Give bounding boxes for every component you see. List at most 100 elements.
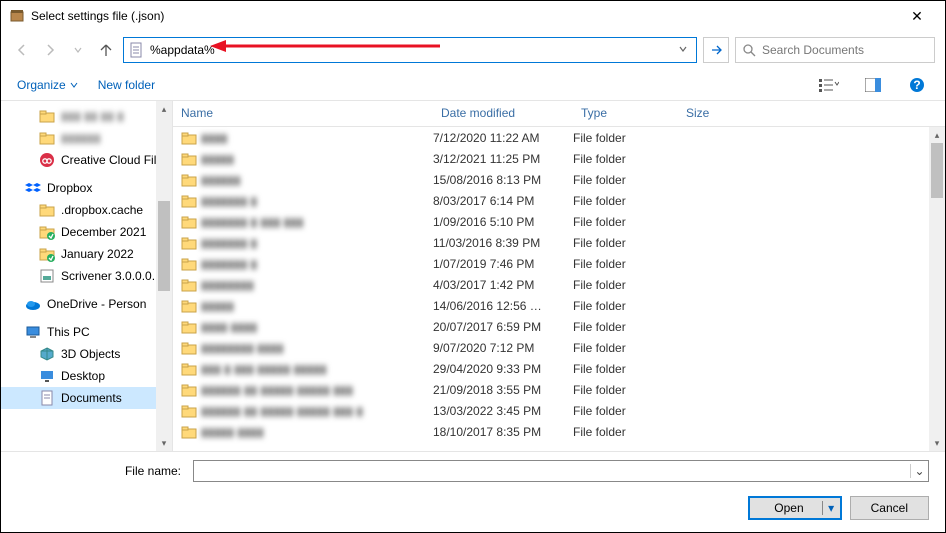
up-button[interactable] bbox=[95, 39, 117, 61]
cancel-button[interactable]: Cancel bbox=[850, 496, 929, 520]
file-type: File folder bbox=[573, 362, 678, 376]
table-row[interactable]: ▮▮▮▮▮▮ ▮▮ ▮▮▮▮▮ ▮▮▮▮▮ ▮▮▮ 21/09/2018 3:55… bbox=[173, 379, 945, 400]
sidebar-item[interactable]: Creative Cloud Fil bbox=[1, 149, 172, 171]
sidebar-scrollbar[interactable]: ▴ ▾ bbox=[156, 101, 172, 451]
column-name[interactable]: Name bbox=[173, 101, 433, 126]
table-row[interactable]: ▮▮▮ ▮ ▮▮▮ ▮▮▮▮▮ ▮▮▮▮▮ 29/04/2020 9:33 PMF… bbox=[173, 358, 945, 379]
table-row[interactable]: ▮▮▮▮▮▮▮ ▮11/03/2016 8:39 PMFile folder bbox=[173, 232, 945, 253]
sidebar-item[interactable]: ▮▮▮ ▮▮ ▮▮ ▮ bbox=[1, 105, 172, 127]
column-date[interactable]: Date modified bbox=[433, 101, 573, 126]
file-type: File folder bbox=[573, 425, 678, 439]
button-row: Open▾ Cancel bbox=[17, 496, 929, 520]
table-row[interactable]: ▮▮▮▮▮▮15/08/2016 8:13 PMFile folder bbox=[173, 169, 945, 190]
window-title: Select settings file (.json) bbox=[31, 9, 897, 23]
sidebar-item[interactable]: .dropbox.cache bbox=[1, 199, 172, 221]
sidebar-item[interactable]: This PC bbox=[1, 321, 172, 343]
file-name: ▮▮▮▮▮▮▮ ▮ bbox=[201, 236, 257, 250]
view-options-button[interactable] bbox=[817, 73, 841, 97]
table-row[interactable]: ▮▮▮▮▮▮▮ ▮1/07/2019 7:46 PMFile folder bbox=[173, 253, 945, 274]
file-date: 29/04/2020 9:33 PM bbox=[433, 362, 573, 376]
table-row[interactable]: ▮▮▮▮▮ ▮▮▮▮18/10/2017 8:35 PMFile folder bbox=[173, 421, 945, 442]
table-row[interactable]: ▮▮▮▮7/12/2020 11:22 AMFile folder bbox=[173, 127, 945, 148]
table-row[interactable]: ▮▮▮▮▮▮▮▮ 4/03/2017 1:42 PMFile folder bbox=[173, 274, 945, 295]
open-dropdown-icon[interactable]: ▾ bbox=[822, 501, 840, 515]
tree-label: Scrivener 3.0.0.0. bbox=[61, 269, 155, 283]
titlebar: Select settings file (.json) ✕ bbox=[1, 1, 945, 31]
file-name: ▮▮▮▮▮▮ ▮▮ ▮▮▮▮▮ ▮▮▮▮▮ ▮▮▮ bbox=[201, 383, 353, 397]
sidebar-item[interactable]: January 2022 bbox=[1, 243, 172, 265]
file-date: 21/09/2018 3:55 PM bbox=[433, 383, 573, 397]
scroll-down-icon[interactable]: ▾ bbox=[929, 435, 945, 451]
back-button[interactable] bbox=[11, 39, 33, 61]
scroll-up-icon[interactable]: ▴ bbox=[929, 127, 945, 143]
sidebar-item[interactable]: 3D Objects bbox=[1, 343, 172, 365]
file-date: 15/08/2016 8:13 PM bbox=[433, 173, 573, 187]
scroll-down-icon[interactable]: ▾ bbox=[156, 435, 172, 451]
open-button[interactable]: Open▾ bbox=[748, 496, 841, 520]
address-input[interactable] bbox=[150, 43, 674, 57]
file-name: ▮▮▮▮▮▮▮ ▮ ▮▮▮ ▮▮▮ bbox=[201, 215, 303, 229]
file-name: ▮▮▮▮ bbox=[201, 131, 227, 145]
address-dropdown-icon[interactable] bbox=[674, 43, 692, 57]
sidebar-item[interactable]: Scrivener 3.0.0.0. bbox=[1, 265, 172, 287]
scroll-up-icon[interactable]: ▴ bbox=[156, 101, 172, 117]
table-row[interactable]: ▮▮▮▮▮3/12/2021 11:25 PMFile folder bbox=[173, 148, 945, 169]
toolbar: Organize New folder ? bbox=[1, 69, 945, 101]
sidebar-item[interactable]: December 2021 bbox=[1, 221, 172, 243]
filename-combo[interactable]: ⌄ bbox=[193, 460, 929, 482]
chevron-down-icon[interactable]: ⌄ bbox=[910, 464, 928, 478]
sidebar-item[interactable]: ▮▮▮▮▮▮ bbox=[1, 127, 172, 149]
file-name: ▮▮▮▮▮▮ ▮▮ ▮▮▮▮▮ ▮▮▮▮▮ ▮▮▮ ▮ bbox=[201, 404, 363, 418]
file-name: ▮▮▮▮▮▮▮▮ bbox=[201, 278, 254, 292]
file-list-pane: Name Date modified Type Size ▮▮▮▮7/12/20… bbox=[173, 101, 945, 451]
file-name: ▮▮▮▮▮▮▮▮ ▮▮▮▮ bbox=[201, 341, 284, 355]
help-button[interactable]: ? bbox=[905, 73, 929, 97]
file-name: ▮▮▮▮ ▮▮▮▮ bbox=[201, 320, 257, 334]
sidebar-item[interactable]: Desktop bbox=[1, 365, 172, 387]
table-row[interactable]: ▮▮▮▮▮▮ ▮▮ ▮▮▮▮▮ ▮▮▮▮▮ ▮▮▮ ▮ 13/03/2022 3:… bbox=[173, 400, 945, 421]
file-type: File folder bbox=[573, 383, 678, 397]
table-row[interactable]: ▮▮▮▮▮▮▮ ▮8/03/2017 6:14 PMFile folder bbox=[173, 190, 945, 211]
sidebar-item[interactable]: Dropbox bbox=[1, 177, 172, 199]
table-row[interactable]: ▮▮▮▮▮▮▮▮ ▮▮▮▮9/07/2020 7:12 PMFile folde… bbox=[173, 337, 945, 358]
column-type[interactable]: Type bbox=[573, 101, 678, 126]
table-row[interactable]: ▮▮▮▮▮14/06/2016 12:56 …File folder bbox=[173, 295, 945, 316]
list-scrollbar[interactable]: ▴ ▾ bbox=[929, 127, 945, 451]
file-type: File folder bbox=[573, 173, 678, 187]
tree-label: ▮▮▮ ▮▮ ▮▮ ▮ bbox=[61, 109, 124, 123]
table-row[interactable]: ▮▮▮▮▮▮▮ ▮ ▮▮▮ ▮▮▮1/09/2016 5:10 PMFile f… bbox=[173, 211, 945, 232]
organize-button[interactable]: Organize bbox=[17, 78, 78, 92]
file-list: ▮▮▮▮7/12/2020 11:22 AMFile folder▮▮▮▮▮3/… bbox=[173, 127, 945, 451]
address-bar[interactable] bbox=[123, 37, 697, 63]
column-size[interactable]: Size bbox=[678, 101, 758, 126]
file-type: File folder bbox=[573, 278, 678, 292]
file-date: 4/03/2017 1:42 PM bbox=[433, 278, 573, 292]
file-name: ▮▮▮▮▮▮▮ ▮ bbox=[201, 194, 257, 208]
filename-row: File name: ⌄ bbox=[17, 460, 929, 482]
preview-pane-button[interactable] bbox=[861, 73, 885, 97]
file-type: File folder bbox=[573, 257, 678, 271]
search-box[interactable]: Search Documents bbox=[735, 37, 935, 63]
scroll-thumb[interactable] bbox=[158, 201, 170, 291]
sidebar-item[interactable]: Documents bbox=[1, 387, 172, 409]
file-name: ▮▮▮ ▮ ▮▮▮ ▮▮▮▮▮ ▮▮▮▮▮ bbox=[201, 362, 327, 376]
tree-label: 3D Objects bbox=[61, 347, 120, 361]
sidebar-item[interactable]: OneDrive - Person bbox=[1, 293, 172, 315]
file-date: 8/03/2017 6:14 PM bbox=[433, 194, 573, 208]
file-date: 3/12/2021 11:25 PM bbox=[433, 152, 573, 166]
close-button[interactable]: ✕ bbox=[897, 8, 937, 25]
forward-button[interactable] bbox=[39, 39, 61, 61]
table-row[interactable]: ▮▮▮▮ ▮▮▮▮20/07/2017 6:59 PMFile folder bbox=[173, 316, 945, 337]
tree-label: Documents bbox=[61, 391, 122, 405]
tree-label: January 2022 bbox=[61, 247, 134, 261]
go-button[interactable] bbox=[703, 37, 729, 63]
file-type: File folder bbox=[573, 131, 678, 145]
new-folder-button[interactable]: New folder bbox=[98, 78, 155, 92]
tree-label: Desktop bbox=[61, 369, 105, 383]
recent-dropdown[interactable] bbox=[67, 39, 89, 61]
file-date: 1/07/2019 7:46 PM bbox=[433, 257, 573, 271]
scroll-thumb[interactable] bbox=[931, 143, 943, 198]
column-headers: Name Date modified Type Size bbox=[173, 101, 945, 127]
tree-label: .dropbox.cache bbox=[61, 203, 143, 217]
file-date: 13/03/2022 3:45 PM bbox=[433, 404, 573, 418]
